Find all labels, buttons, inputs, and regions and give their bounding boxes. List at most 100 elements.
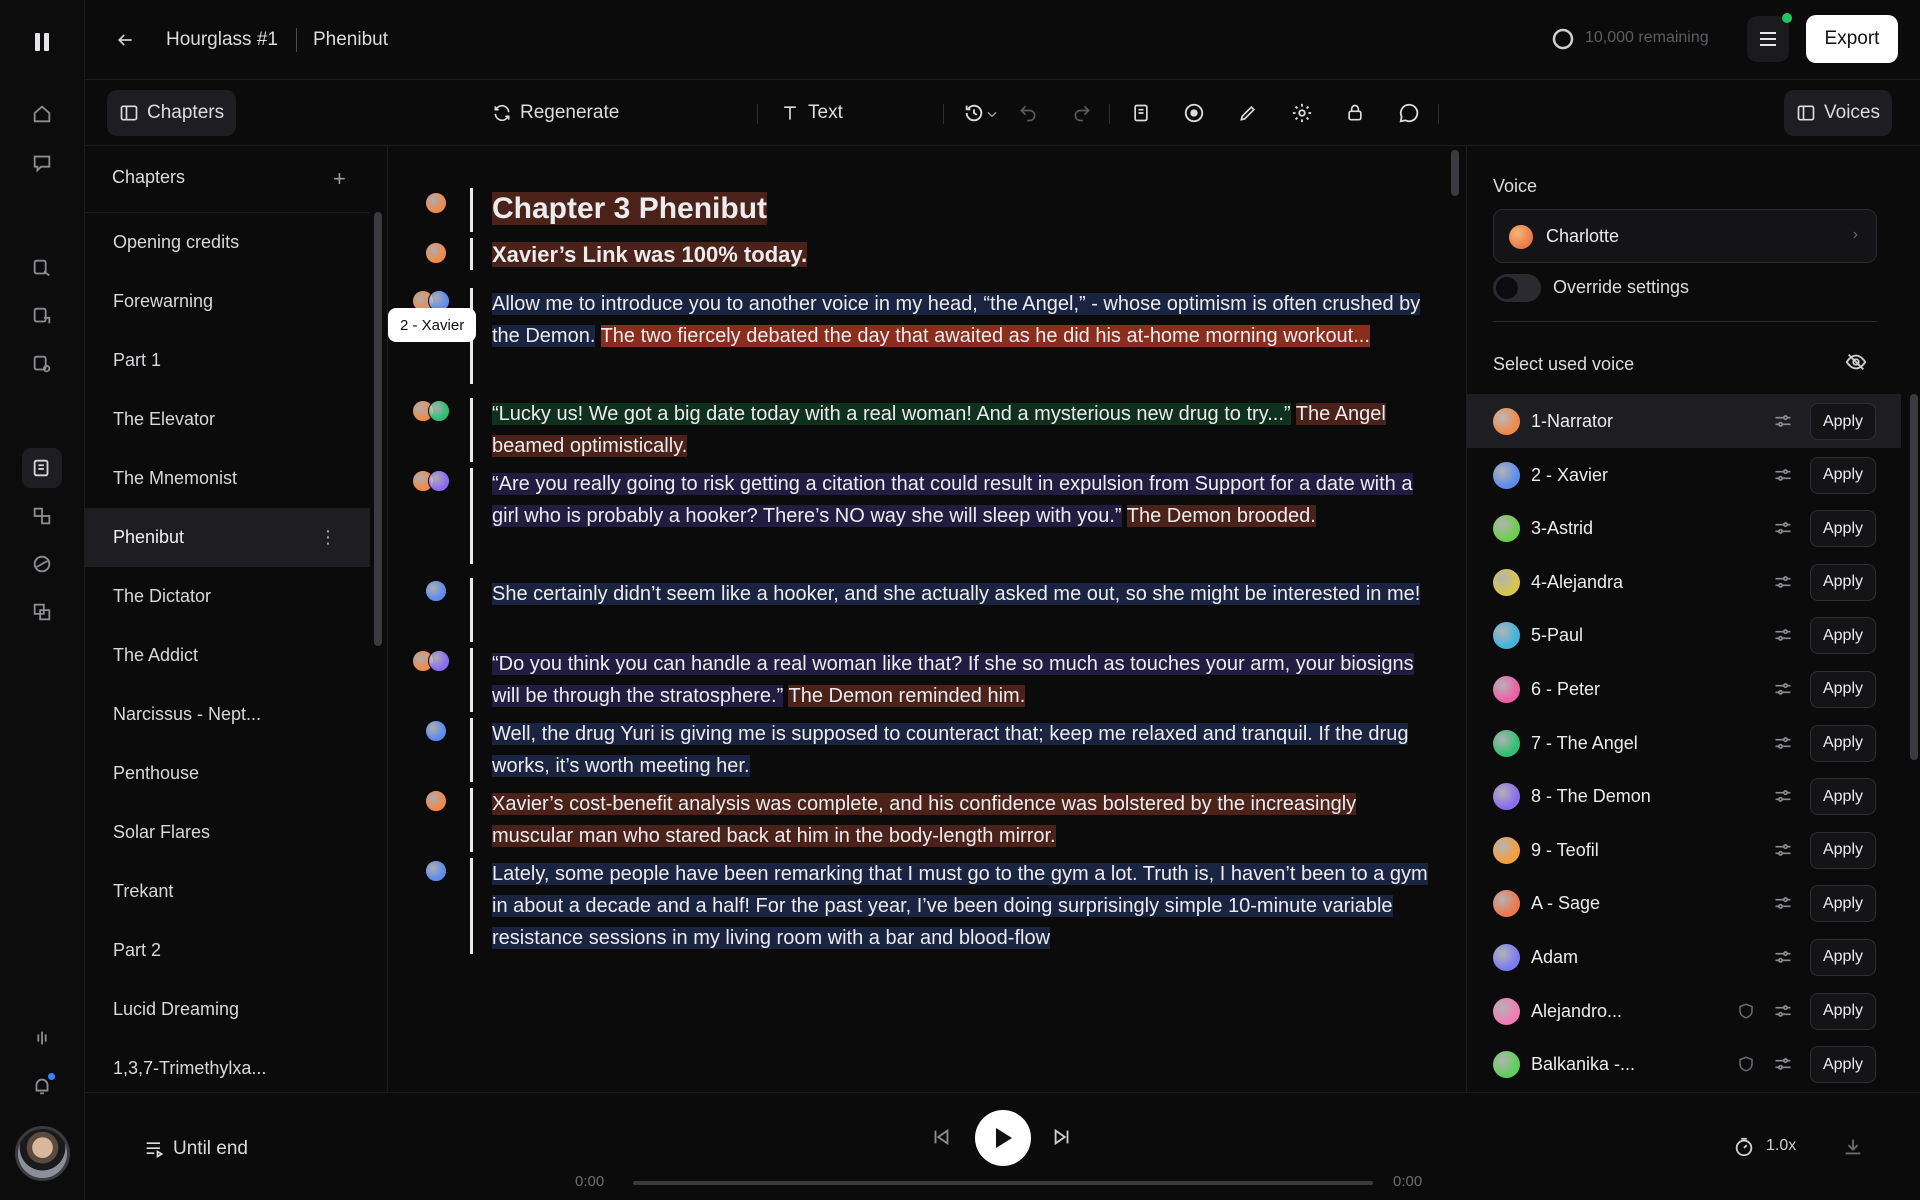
apply-voice-button[interactable]: Apply bbox=[1810, 992, 1876, 1030]
history-icon[interactable] bbox=[961, 100, 987, 126]
record-icon[interactable] bbox=[1181, 100, 1207, 126]
heading-text[interactable]: Xavier’s Link was 100% today. bbox=[492, 238, 1442, 272]
chapter-item[interactable]: The Mnemonist bbox=[85, 449, 370, 508]
voice-settings-icon[interactable] bbox=[1773, 893, 1793, 913]
apply-voice-button[interactable]: Apply bbox=[1810, 670, 1876, 708]
voice-settings-icon[interactable] bbox=[1773, 1001, 1793, 1021]
skip-back-icon[interactable] bbox=[930, 1126, 952, 1148]
paragraph-block[interactable]: Xavier’s cost-benefit analysis was compl… bbox=[388, 788, 1448, 852]
sound-effects-icon[interactable] bbox=[22, 344, 62, 384]
paragraph-block[interactable]: Lately, some people have been remarking … bbox=[388, 858, 1448, 954]
apply-voice-button[interactable]: Apply bbox=[1810, 403, 1876, 440]
chapter-item[interactable]: Part 1 bbox=[85, 331, 370, 390]
voice-row[interactable]: 5-Paul Apply bbox=[1467, 608, 1901, 662]
comment-icon[interactable] bbox=[1396, 100, 1422, 126]
chapters-scrollbar[interactable] bbox=[374, 212, 382, 646]
voice-settings-icon[interactable] bbox=[1773, 679, 1793, 699]
paragraph-text[interactable]: She certainly didn’t seem like a hooker,… bbox=[492, 578, 1442, 610]
regenerate-button[interactable]: Regenerate bbox=[480, 90, 631, 136]
paragraph-text[interactable]: Allow me to introduce you to another voi… bbox=[492, 288, 1442, 352]
apply-voice-button[interactable]: Apply bbox=[1810, 617, 1876, 655]
export-button[interactable]: Export bbox=[1806, 15, 1898, 63]
paragraph-text[interactable]: Well, the drug Yuri is giving me is supp… bbox=[492, 718, 1442, 782]
notifications-icon[interactable] bbox=[22, 1066, 62, 1106]
chapter-item[interactable]: 1,3,7-Trimethylxa... bbox=[85, 1039, 370, 1098]
chapter-item[interactable]: Solar Flares bbox=[85, 803, 370, 862]
apply-voice-button[interactable]: Apply bbox=[1810, 510, 1876, 548]
back-arrow-icon[interactable] bbox=[110, 25, 140, 55]
undo-icon[interactable] bbox=[1015, 100, 1041, 126]
dubbing-icon[interactable] bbox=[22, 496, 62, 536]
voice-avatar-demon[interactable] bbox=[428, 650, 450, 672]
chapter-item[interactable]: Penthouse bbox=[85, 744, 370, 803]
paragraph-text[interactable]: Xavier’s cost-benefit analysis was compl… bbox=[492, 788, 1442, 852]
voice-settings-icon[interactable] bbox=[1773, 786, 1793, 806]
chapter-item[interactable]: Phenibut ⋮ bbox=[85, 508, 370, 567]
voice-avatar-narrator[interactable] bbox=[425, 242, 447, 264]
breadcrumb-chapter[interactable]: Phenibut bbox=[313, 29, 388, 51]
voice-avatar-xavier[interactable] bbox=[425, 720, 447, 742]
voices-scrollbar[interactable] bbox=[1910, 394, 1918, 760]
paragraph-block[interactable]: She certainly didn’t seem like a hooker,… bbox=[388, 578, 1448, 642]
chapter-item[interactable]: Forewarning bbox=[85, 272, 370, 331]
paragraph-block[interactable]: Xavier’s Link was 100% today. bbox=[388, 238, 1448, 270]
download-icon[interactable] bbox=[1842, 1136, 1864, 1158]
voice-row[interactable]: 7 - The Angel Apply bbox=[1467, 716, 1901, 770]
home-icon[interactable] bbox=[22, 94, 62, 134]
voice-settings-icon[interactable] bbox=[1773, 518, 1793, 538]
chapter-item[interactable]: The Elevator bbox=[85, 390, 370, 449]
paragraph-text[interactable]: “Lucky us! We got a big date today with … bbox=[492, 398, 1442, 462]
progress-track[interactable] bbox=[633, 1181, 1373, 1185]
voice-row[interactable]: A - Sage Apply bbox=[1467, 876, 1901, 930]
voice-row[interactable]: 9 - Teofil Apply bbox=[1467, 823, 1901, 877]
voice-row[interactable]: 4-Alejandra Apply bbox=[1467, 555, 1901, 609]
chapter-item[interactable]: Opening credits bbox=[85, 213, 370, 272]
lock-icon[interactable] bbox=[1342, 100, 1368, 126]
chapter-item[interactable]: Narcissus - Nept... bbox=[85, 685, 370, 744]
paragraph-block[interactable]: “Do you think you can handle a real woma… bbox=[388, 648, 1448, 712]
chapter-options-icon[interactable]: ⋮ bbox=[319, 527, 337, 548]
voice-settings-icon[interactable] bbox=[1773, 465, 1793, 485]
chapter-item[interactable]: Trekant bbox=[85, 862, 370, 921]
voice-row[interactable]: 3-Astrid Apply bbox=[1467, 501, 1901, 555]
voice-settings-icon[interactable] bbox=[1773, 840, 1793, 860]
voice-avatar-narrator[interactable] bbox=[425, 790, 447, 812]
redo-icon[interactable] bbox=[1069, 100, 1095, 126]
voice-row[interactable]: 2 - Xavier Apply bbox=[1467, 448, 1901, 502]
pronunciation-icon[interactable] bbox=[1128, 100, 1154, 126]
menu-button[interactable] bbox=[1747, 13, 1792, 62]
settings-gear-icon[interactable] bbox=[1289, 100, 1315, 126]
voice-settings-icon[interactable] bbox=[1773, 572, 1793, 592]
voice-row[interactable]: 1-Narrator Apply bbox=[1467, 394, 1901, 448]
heading-text[interactable]: Chapter 3 Phenibut bbox=[492, 188, 1442, 230]
apply-voice-button[interactable]: Apply bbox=[1810, 724, 1876, 762]
voice-avatar-angel[interactable] bbox=[428, 400, 450, 422]
voice-settings-icon[interactable] bbox=[1773, 411, 1793, 431]
voice-avatar-xavier[interactable] bbox=[425, 580, 447, 602]
paragraph-block[interactable]: “Lucky us! We got a big date today with … bbox=[388, 398, 1448, 462]
text-to-speech-icon[interactable] bbox=[22, 248, 62, 288]
paragraph-text[interactable]: “Do you think you can handle a real woma… bbox=[492, 648, 1442, 712]
chapter-item[interactable]: The Addict bbox=[85, 626, 370, 685]
apply-voice-button[interactable]: Apply bbox=[1810, 938, 1876, 976]
pen-icon[interactable] bbox=[1235, 100, 1261, 126]
paragraph-text[interactable]: “Are you really going to risk getting a … bbox=[492, 468, 1442, 532]
until-end-button[interactable]: Until end bbox=[145, 1138, 248, 1160]
avatar[interactable] bbox=[15, 1126, 70, 1181]
voice-row[interactable]: Alejandro... Apply bbox=[1467, 984, 1901, 1038]
sidebar-toggle-icon[interactable] bbox=[22, 22, 62, 62]
voice-changer-icon[interactable] bbox=[22, 296, 62, 336]
voice-row[interactable]: Adam Apply bbox=[1467, 930, 1901, 984]
apply-voice-button[interactable]: Apply bbox=[1810, 563, 1876, 601]
apply-voice-button[interactable]: Apply bbox=[1810, 885, 1876, 923]
chapters-toggle-button[interactable]: Chapters bbox=[107, 90, 237, 136]
voice-row[interactable]: Balkanika -... Apply bbox=[1467, 1037, 1901, 1091]
voice-settings-icon[interactable] bbox=[1773, 625, 1793, 645]
voice-avatar-demon[interactable] bbox=[428, 470, 450, 492]
paragraph-block[interactable]: “Are you really going to risk getting a … bbox=[388, 468, 1448, 564]
voice-selector[interactable]: Charlotte › bbox=[1493, 209, 1877, 263]
apply-voice-button[interactable]: Apply bbox=[1810, 778, 1876, 816]
chapter-item[interactable]: Part 2 bbox=[85, 921, 370, 980]
paragraph-text[interactable]: Lately, some people have been remarking … bbox=[492, 858, 1442, 954]
skip-forward-icon[interactable] bbox=[1051, 1126, 1073, 1148]
